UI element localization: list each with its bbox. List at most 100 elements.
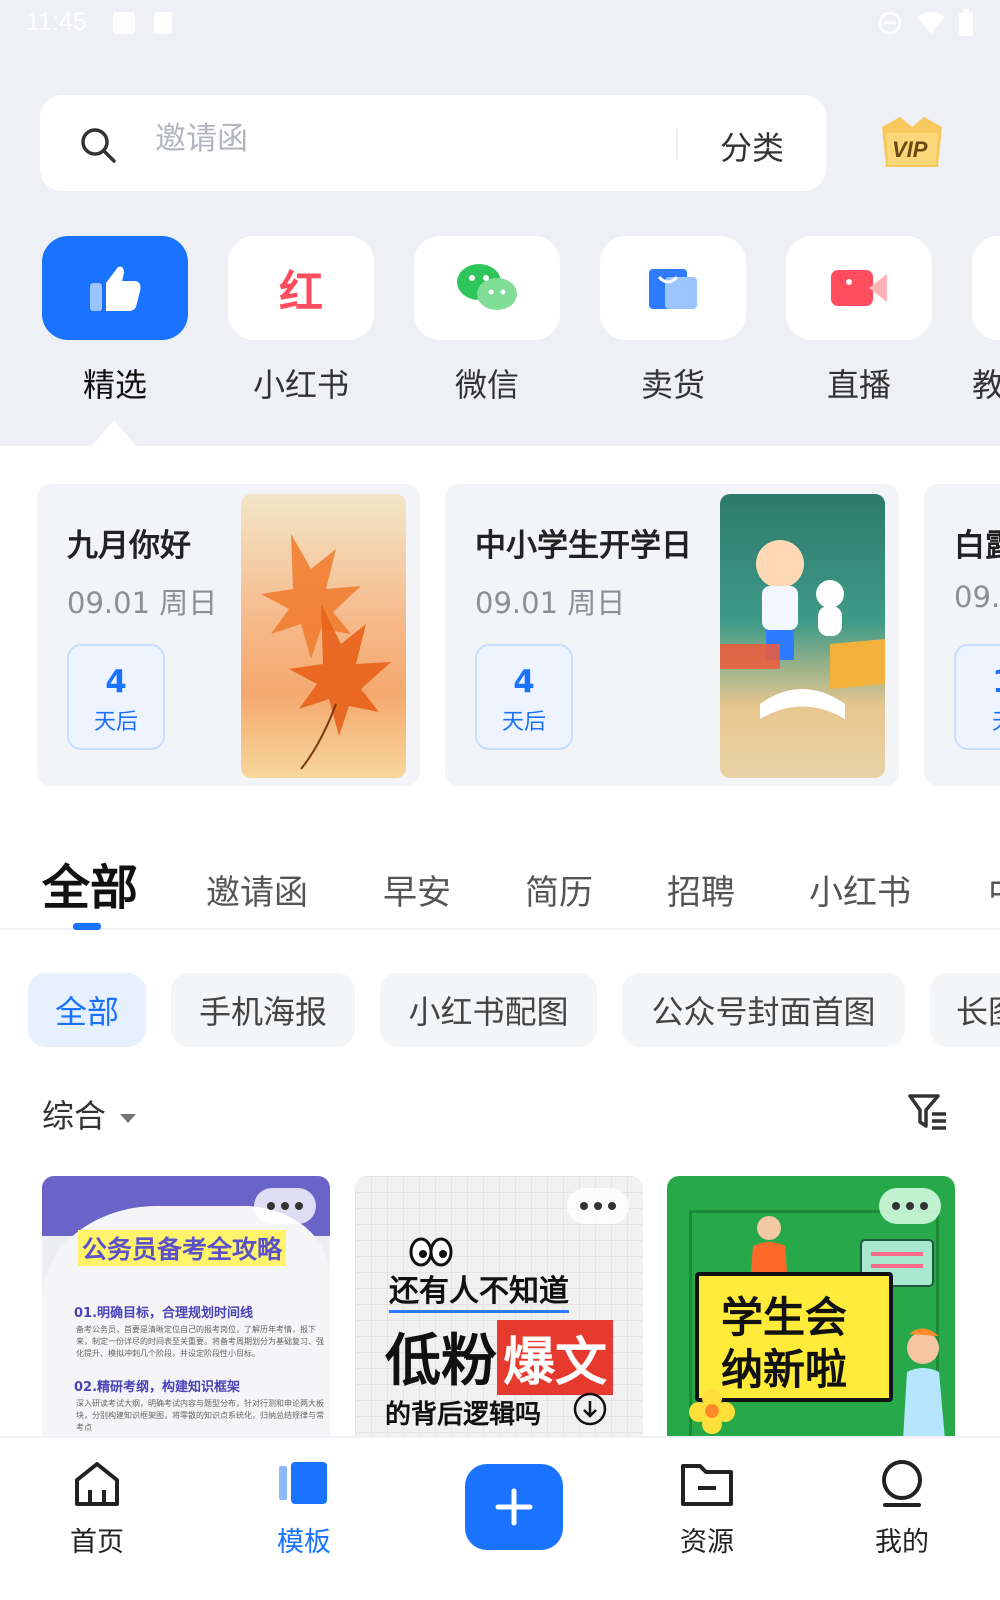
chevron-down-icon bbox=[120, 1113, 137, 1123]
home-icon bbox=[75, 1462, 119, 1506]
tab-invitation[interactable]: 邀请函 bbox=[206, 865, 308, 914]
event-date: 09.0 bbox=[954, 580, 1000, 614]
quick-category-xiaohongshu[interactable]: 红 小红书 bbox=[228, 236, 374, 406]
arrow-down-circle-icon bbox=[573, 1392, 607, 1426]
tab-resume[interactable]: 简历 bbox=[525, 865, 593, 914]
countdown-unit: 天后 bbox=[93, 710, 138, 735]
template-highlight-text: 爆文 bbox=[497, 1320, 614, 1395]
live-camera-icon bbox=[831, 270, 887, 306]
event-card[interactable]: 中小学生开学日 09.01 周日 4 天后 bbox=[445, 484, 899, 786]
event-date: 09.01 周日 bbox=[67, 586, 218, 620]
template-card[interactable]: 学生会 纳新啦 bbox=[667, 1176, 955, 1440]
chip-long-image[interactable]: 长图 bbox=[930, 973, 1000, 1047]
wechat-icon bbox=[457, 264, 517, 310]
countdown-badge: 4 天后 bbox=[67, 644, 165, 750]
maple-leaf-icon bbox=[261, 534, 391, 770]
featured-tile bbox=[42, 236, 188, 340]
countdown-badge: 1 天 bbox=[954, 644, 1000, 750]
template-icon bbox=[279, 1462, 327, 1504]
selling-tile bbox=[600, 236, 746, 340]
countdown-number: 4 bbox=[513, 664, 535, 700]
chip-xiaohongshu-image[interactable]: 小红书配图 bbox=[380, 973, 597, 1047]
app-notification-icon bbox=[154, 12, 172, 34]
countdown-number: 4 bbox=[105, 664, 127, 700]
sort-dropdown[interactable]: 综合 bbox=[42, 1091, 137, 1137]
template-big-text: 低粉 bbox=[385, 1329, 497, 1394]
chip-phone-poster[interactable]: 手机海报 bbox=[171, 973, 355, 1047]
search-placeholder: 邀请函 bbox=[155, 121, 248, 157]
thumbs-up-icon bbox=[90, 266, 141, 311]
sub-category-chips: 全部 手机海报 小红书配图 公众号封面首图 长图 bbox=[0, 973, 1000, 1047]
bottom-navigation: 首页 模板 资源 我的 bbox=[0, 1436, 1000, 1600]
tab-recruitment[interactable]: 招聘 bbox=[667, 865, 735, 914]
create-button[interactable] bbox=[465, 1464, 563, 1550]
person-waving-icon bbox=[903, 1328, 945, 1440]
event-card[interactable]: 九月你好 09.01 周日 4 天后 bbox=[37, 484, 420, 786]
active-category-pointer bbox=[92, 420, 136, 446]
more-options-button[interactable] bbox=[567, 1188, 629, 1224]
chip-wechat-cover[interactable]: 公众号封面首图 bbox=[622, 973, 905, 1047]
status-time: 11:45 bbox=[26, 8, 87, 36]
nav-templates[interactable]: 模板 bbox=[244, 1458, 364, 1559]
template-line: 还有人不知道 bbox=[389, 1266, 569, 1313]
event-card[interactable]: 白露 09.0 1 天 bbox=[924, 484, 1000, 786]
template-body: 深入研读考试大纲，明确考试内容与题型分布，针对行测和申论两大板块，分别构建知识框… bbox=[76, 1399, 324, 1432]
template-card[interactable]: 还有人不知道 低粉 爆文 的背后逻辑吗 bbox=[355, 1176, 643, 1440]
sort-label: 综合 bbox=[42, 1097, 107, 1135]
nav-label: 首页 bbox=[70, 1527, 124, 1558]
template-card[interactable]: 公务员备考全攻略 01.明确目标，合理规划时间线 备考公务员，首要是清晰定位自己… bbox=[42, 1176, 330, 1440]
xiaohongshu-tile: 红 bbox=[228, 236, 374, 340]
nav-resources[interactable]: 资源 bbox=[647, 1458, 767, 1559]
profile-icon bbox=[882, 1460, 922, 1507]
event-title: 白露 bbox=[954, 528, 1000, 564]
event-image bbox=[720, 494, 885, 778]
search-divider bbox=[676, 129, 678, 159]
plus-icon bbox=[495, 1488, 533, 1526]
nav-home[interactable]: 首页 bbox=[37, 1458, 157, 1559]
tab-good-morning[interactable]: 早安 bbox=[383, 865, 451, 914]
quick-category-education[interactable]: 教 bbox=[972, 236, 1000, 406]
wifi-icon bbox=[917, 12, 945, 34]
nav-label: 资源 bbox=[680, 1527, 734, 1558]
more-options-button[interactable] bbox=[879, 1188, 941, 1224]
battery-icon bbox=[959, 9, 973, 36]
quick-category-label: 卖货 bbox=[640, 366, 705, 404]
filter-icon[interactable] bbox=[908, 1092, 948, 1130]
image-notification-icon bbox=[113, 12, 135, 34]
nav-profile[interactable]: 我的 bbox=[842, 1458, 962, 1559]
tab-more[interactable]: 中 bbox=[988, 865, 1000, 914]
nav-label: 模板 bbox=[277, 1527, 331, 1558]
search-bar[interactable]: 邀请函 分类 bbox=[40, 95, 826, 191]
event-image bbox=[241, 494, 406, 778]
chip-all[interactable]: 全部 bbox=[28, 973, 146, 1047]
flower-icon bbox=[689, 1388, 735, 1434]
nav-label: 我的 bbox=[875, 1527, 929, 1558]
template-title: 公务员备考全攻略 bbox=[78, 1230, 287, 1266]
xiaohongshu-icon: 红 bbox=[279, 267, 323, 318]
countdown-number: 1 bbox=[956, 664, 1000, 700]
more-options-button[interactable] bbox=[254, 1188, 316, 1224]
tab-xiaohongshu[interactable]: 小红书 bbox=[809, 865, 911, 914]
quick-category-wechat[interactable]: 微信 bbox=[414, 236, 560, 406]
shopping-bag-icon bbox=[649, 269, 697, 309]
event-title: 中小学生开学日 bbox=[475, 528, 692, 564]
status-bar: 11:45 bbox=[0, 0, 1000, 46]
quick-category-label: 精选 bbox=[82, 366, 147, 404]
dnd-icon bbox=[878, 11, 902, 35]
template-line: 02.精研考纲，构建知识框架 bbox=[74, 1380, 241, 1395]
quick-category-featured[interactable]: 精选 bbox=[42, 236, 188, 406]
search-icon bbox=[81, 128, 116, 163]
student-figure-icon bbox=[751, 1216, 787, 1272]
vip-badge-icon[interactable]: VIP bbox=[878, 113, 946, 173]
countdown-unit: 天 bbox=[956, 704, 1000, 736]
tab-all[interactable]: 全部 bbox=[42, 848, 138, 918]
quick-category-label: 教 bbox=[972, 366, 1000, 404]
quick-category-live[interactable]: 直播 bbox=[786, 236, 932, 406]
quick-category-selling[interactable]: 卖货 bbox=[600, 236, 746, 406]
category-button[interactable]: 分类 bbox=[720, 123, 784, 169]
student-illustration-icon bbox=[720, 540, 885, 719]
quick-category-label: 直播 bbox=[826, 366, 891, 404]
quick-category-row: 精选 红 小红书 微信 卖货 直播 教 bbox=[0, 236, 1000, 406]
countdown-badge: 4 天后 bbox=[475, 644, 573, 750]
folder-icon bbox=[681, 1464, 733, 1506]
